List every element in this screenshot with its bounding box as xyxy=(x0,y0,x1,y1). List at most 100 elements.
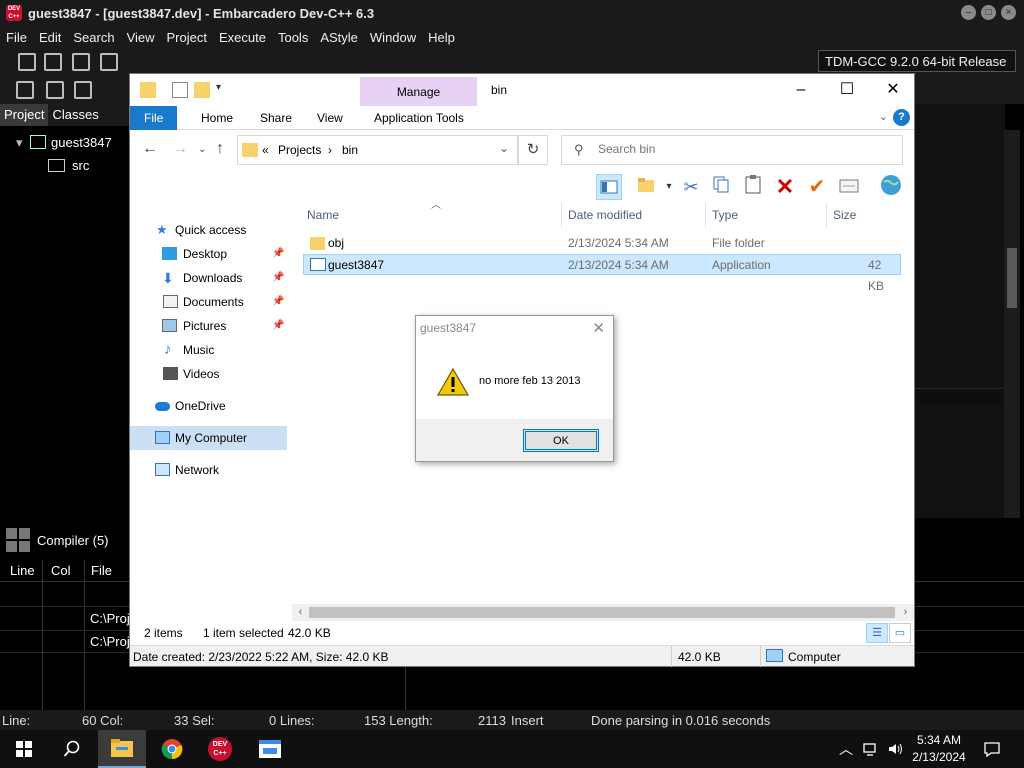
tab-file[interactable]: File xyxy=(130,106,178,130)
address-dropdown-icon[interactable]: ⌄ xyxy=(499,141,509,155)
taskbar-chrome[interactable] xyxy=(148,730,196,768)
menu-tools[interactable]: Tools xyxy=(272,30,314,45)
globe-icon[interactable] xyxy=(878,174,904,200)
file-row-guest3847[interactable]: guest3847 2/13/2024 5:34 AM Application … xyxy=(303,254,901,293)
save-icon[interactable] xyxy=(72,53,90,71)
menu-help[interactable]: Help xyxy=(422,30,461,45)
nav-pictures[interactable]: Pictures 📌 xyxy=(130,314,287,338)
nav-onedrive[interactable]: OneDrive xyxy=(130,394,287,418)
search-input[interactable] xyxy=(598,142,888,156)
taskbar-file-explorer[interactable] xyxy=(98,730,146,768)
column-divider[interactable] xyxy=(826,202,827,228)
new-file-icon[interactable] xyxy=(18,53,36,71)
preview-pane-icon[interactable] xyxy=(596,174,622,200)
tab-project[interactable]: Project xyxy=(0,104,49,126)
column-divider[interactable] xyxy=(705,202,706,228)
col-file[interactable]: File xyxy=(91,563,112,578)
nav-desktop[interactable]: Desktop 📌 xyxy=(130,242,287,266)
column-divider[interactable] xyxy=(561,202,562,228)
menu-window[interactable]: Window xyxy=(364,30,422,45)
taskbar-clock[interactable]: 5:34 AM 2/13/2024 xyxy=(904,732,974,766)
refresh-button[interactable]: ↻ xyxy=(518,135,548,165)
menu-search[interactable]: Search xyxy=(67,30,120,45)
up-arrow-icon[interactable]: ↑ xyxy=(216,140,224,158)
col-col[interactable]: Col xyxy=(51,563,71,578)
explorer-minimize-button[interactable]: – xyxy=(778,74,824,106)
large-icons-view-icon[interactable]: ▭ xyxy=(889,623,911,643)
tree-node-project[interactable]: guest3847 xyxy=(51,135,112,150)
tree-expand-icon[interactable]: ▾ xyxy=(16,135,23,151)
network-tray-icon[interactable] xyxy=(861,730,881,768)
notification-icon[interactable] xyxy=(980,730,1004,768)
ide-maximize-button[interactable]: □ xyxy=(981,5,996,20)
ide-vertical-scrollbar[interactable] xyxy=(1004,130,1020,518)
explorer-maximize-button[interactable]: ☐ xyxy=(824,74,870,106)
forward-arrow-icon[interactable]: → xyxy=(172,140,188,158)
quick-access-dropdown-icon[interactable]: ▾ xyxy=(216,82,232,98)
col-date-modified[interactable]: Date modified xyxy=(568,208,642,222)
scroll-left-icon[interactable]: ‹ xyxy=(292,604,309,621)
breadcrumb-bin[interactable]: bin xyxy=(342,143,358,157)
ok-button[interactable]: OK xyxy=(523,429,599,452)
menu-file[interactable]: File xyxy=(0,30,33,45)
compiler-select[interactable]: TDM-GCC 9.2.0 64-bit Release xyxy=(818,50,1016,72)
ide-close-button[interactable]: × xyxy=(1001,5,1016,20)
bookmark-icon[interactable] xyxy=(46,81,64,99)
file-row-obj[interactable]: obj 2/13/2024 5:34 AM File folder xyxy=(303,233,901,254)
tab-manage[interactable]: Manage xyxy=(360,77,477,107)
nav-quick-access[interactable]: ★ Quick access xyxy=(130,218,287,242)
col-line[interactable]: Line xyxy=(10,563,35,578)
back-arrow-icon[interactable]: ← xyxy=(142,140,158,158)
scroll-thumb[interactable] xyxy=(1007,248,1017,308)
start-button[interactable] xyxy=(0,730,48,768)
breadcrumb-projects[interactable]: Projects xyxy=(278,143,321,157)
grid-cell-file[interactable]: C:\Proj xyxy=(90,611,130,626)
explorer-close-button[interactable]: ✕ xyxy=(870,74,916,106)
tab-application-tools[interactable]: Application Tools xyxy=(360,106,478,130)
project-icon[interactable] xyxy=(16,81,34,99)
properties-icon[interactable] xyxy=(172,82,188,98)
nav-my-computer[interactable]: My Computer xyxy=(130,426,287,450)
nav-network[interactable]: Network xyxy=(130,458,287,482)
ide-editor-area[interactable] xyxy=(915,104,1005,518)
scroll-right-icon[interactable]: › xyxy=(897,604,914,621)
volume-icon[interactable] xyxy=(885,730,905,768)
help-button[interactable]: ? xyxy=(893,109,910,126)
taskbar-search-button[interactable] xyxy=(48,730,96,768)
rename-check-icon[interactable]: ✔ xyxy=(804,174,830,200)
menu-execute[interactable]: Execute xyxy=(213,30,272,45)
menu-edit[interactable]: Edit xyxy=(33,30,67,45)
col-name[interactable]: Name xyxy=(307,208,339,222)
tree-node-src[interactable]: src xyxy=(72,158,89,173)
grid-cell-file[interactable]: C:\Proj xyxy=(90,634,130,649)
nav-documents[interactable]: Documents 📌 xyxy=(130,290,287,314)
tab-view[interactable]: View xyxy=(303,106,357,130)
col-type[interactable]: Type xyxy=(712,208,738,222)
cut-icon[interactable]: ✂ xyxy=(678,174,704,200)
address-bar[interactable]: « Projects › bin ⌄ xyxy=(237,135,518,165)
copy-icon[interactable] xyxy=(708,174,734,200)
search-box[interactable]: ⚲ xyxy=(561,135,903,165)
details-view-icon[interactable]: ☰ xyxy=(866,623,888,643)
tab-compiler[interactable]: Compiler (5) xyxy=(37,533,109,548)
recent-locations-icon[interactable]: ⌄ xyxy=(198,144,206,155)
ide-minimize-button[interactable]: – xyxy=(961,5,976,20)
new-folder-icon[interactable] xyxy=(194,82,210,98)
paste-icon[interactable] xyxy=(740,174,766,200)
nav-music[interactable]: ♪ Music xyxy=(130,338,287,362)
horizontal-scrollbar[interactable]: ‹ › xyxy=(292,604,914,621)
menu-astyle[interactable]: AStyle xyxy=(314,30,364,45)
nav-videos[interactable]: Videos xyxy=(130,362,287,386)
nav-downloads[interactable]: ⬇ Downloads 📌 xyxy=(130,266,287,290)
taskbar-devcpp[interactable]: DEV C++ xyxy=(196,730,244,768)
ribbon-expand-icon[interactable]: ⌄ xyxy=(879,110,888,123)
menu-project[interactable]: Project xyxy=(161,30,213,45)
tab-home[interactable]: Home xyxy=(187,106,247,130)
dialog-close-icon[interactable]: ✕ xyxy=(592,319,605,337)
scroll-thumb[interactable] xyxy=(309,607,895,618)
taskbar-app-window[interactable] xyxy=(246,730,294,768)
tab-classes[interactable]: Classes xyxy=(48,104,102,126)
menu-view[interactable]: View xyxy=(121,30,161,45)
properties-cmd-icon[interactable] xyxy=(836,174,862,200)
tray-chevron-icon[interactable]: ︿ xyxy=(837,730,855,768)
